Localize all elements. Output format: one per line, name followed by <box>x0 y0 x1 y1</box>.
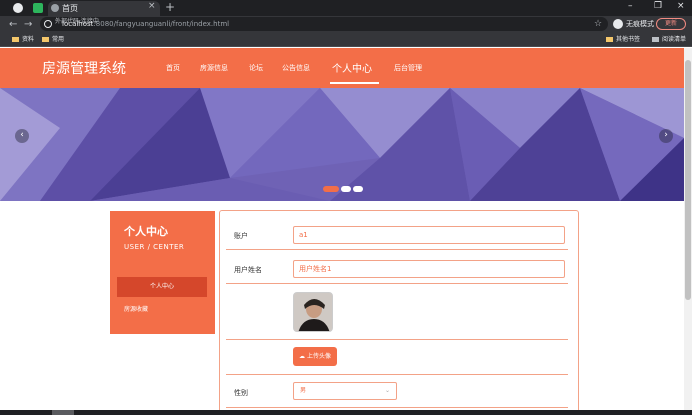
carousel-dot-active[interactable] <box>323 186 339 192</box>
folder-icon <box>42 37 49 42</box>
user-sidebar: 个人中心 USER / CENTER 个人中心 房源收藏 <box>110 211 215 334</box>
incognito-label[interactable]: 无痕模式 <box>626 18 654 30</box>
bookmark-folder-1[interactable]: 资料 <box>12 35 34 45</box>
avatar-image <box>294 293 332 331</box>
sidebar-title: 个人中心 <box>124 225 168 238</box>
row-divider <box>226 374 568 375</box>
site-header: 房源管理系统 首页 房源信息 论坛 公告信息 个人中心 后台管理 <box>0 48 684 88</box>
window-close-icon[interactable]: × <box>677 1 685 11</box>
banner-next-icon[interactable]: › <box>659 129 673 143</box>
site-logo[interactable]: 房源管理系统 <box>42 58 126 78</box>
carousel-dot[interactable] <box>341 186 351 192</box>
scrollbar-thumb[interactable] <box>685 60 691 300</box>
gender-label: 性别 <box>234 389 248 397</box>
folder-icon <box>606 37 613 42</box>
username-label: 用户姓名 <box>234 266 262 274</box>
upload-label: 上传头像 <box>306 353 331 360</box>
tab-favicon-green-icon[interactable] <box>33 3 43 13</box>
upload-avatar-button[interactable]: ☁ 上传头像 <box>293 347 337 366</box>
gender-value: 男 <box>300 387 307 394</box>
sidebar-item-user-center[interactable]: 个人中心 <box>117 277 207 297</box>
chevron-down-icon: ⌄ <box>384 387 390 394</box>
maximize-icon[interactable]: ❐ <box>654 1 662 11</box>
row-divider <box>226 407 568 408</box>
sidebar-subtitle: USER / CENTER <box>124 243 185 251</box>
reading-list-icon <box>652 37 659 42</box>
nav-user-center[interactable]: 个人中心 <box>332 60 372 75</box>
username-input[interactable]: 用户姓名1 <box>293 260 565 278</box>
carousel-dot[interactable] <box>353 186 363 192</box>
gender-select[interactable]: 男 ⌄ <box>293 382 397 400</box>
new-tab-plus-icon[interactable]: + <box>165 0 175 14</box>
nav-admin[interactable]: 后台管理 <box>394 63 422 73</box>
github-icon[interactable] <box>13 3 23 13</box>
banner-prev-icon[interactable]: ‹ <box>15 129 29 143</box>
bookmarks-bar <box>0 33 692 47</box>
nav-home[interactable]: 首页 <box>166 63 180 73</box>
url-text: localhost:8080/fangyuanguanli/front/inde… <box>62 20 230 28</box>
tab-title: 首页 <box>62 4 78 13</box>
taskbar-edge <box>0 410 692 415</box>
nav-forum[interactable]: 论坛 <box>249 63 263 73</box>
banner-image <box>0 88 684 201</box>
forward-arrow-icon[interactable]: → <box>24 16 32 33</box>
sidebar-item-favorites[interactable]: 房源收藏 <box>124 304 148 313</box>
reload-icon[interactable] <box>43 19 53 29</box>
nav-active-indicator <box>330 82 379 84</box>
minimize-icon[interactable]: – <box>628 1 633 11</box>
nav-notices[interactable]: 公告信息 <box>282 63 310 73</box>
other-bookmarks[interactable]: 其他书签 <box>606 35 640 45</box>
row-divider <box>226 249 568 250</box>
avatar <box>293 292 333 332</box>
page-viewport: 房源管理系统 首页 房源信息 论坛 公告信息 个人中心 后台管理 ‹ › 个人中… <box>0 48 684 415</box>
upload-cloud-icon: ☁ <box>299 353 306 360</box>
taskbar-item[interactable] <box>52 410 74 415</box>
reading-list[interactable]: 阅读清单 <box>652 35 686 45</box>
account-input[interactable]: a1 <box>293 226 565 244</box>
incognito-icon <box>613 19 623 29</box>
back-arrow-icon[interactable]: ← <box>9 16 17 33</box>
profile-form: 账户 a1 用户姓名 用户姓名1 ☁ 上传头像 性别 男 ⌄ <box>219 210 579 415</box>
update-button[interactable]: 更新 <box>656 18 686 30</box>
account-label: 账户 <box>234 232 248 240</box>
folder-icon <box>12 37 19 42</box>
row-divider <box>226 283 568 284</box>
bookmark-star-icon[interactable]: ☆ <box>594 16 602 33</box>
bookmark-folder-2[interactable]: 常用 <box>42 35 64 45</box>
page-favicon-icon <box>51 4 59 12</box>
banner-carousel: ‹ › <box>0 88 684 201</box>
nav-listings[interactable]: 房源信息 <box>200 63 228 73</box>
tab-close-icon[interactable]: × <box>148 1 156 11</box>
row-divider <box>226 339 568 340</box>
